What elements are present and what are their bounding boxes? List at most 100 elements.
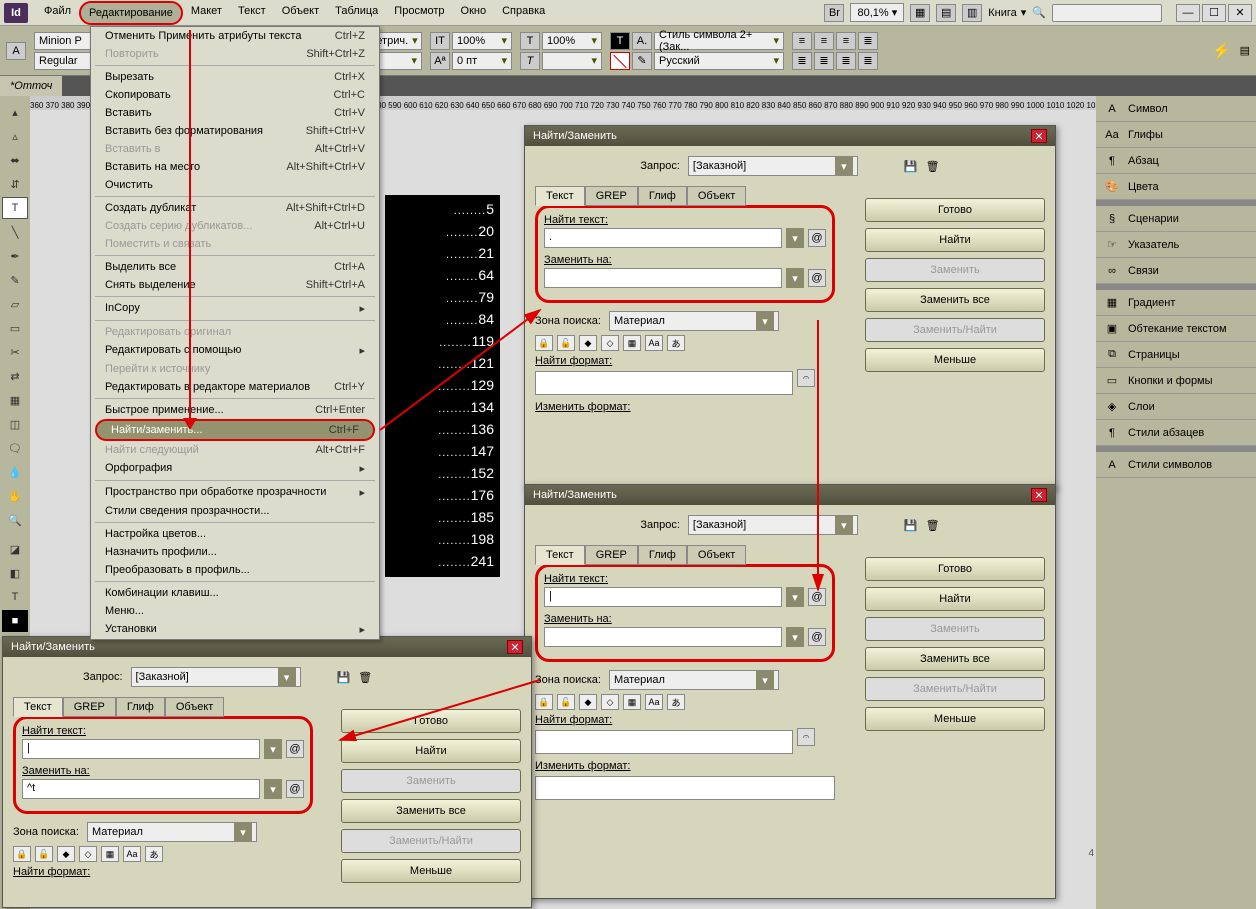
menu-item[interactable]: Настройка цветов... <box>91 525 379 543</box>
stroke-icon[interactable] <box>610 52 630 70</box>
pencil-tool[interactable]: ✎ <box>2 269 28 291</box>
menu-Файл[interactable]: Файл <box>36 1 79 25</box>
menu-item[interactable]: Установки▸ <box>91 620 379 639</box>
note-tool[interactable]: 🗨 <box>2 437 28 459</box>
tab-Глиф[interactable]: Глиф <box>638 545 687 565</box>
apply-color-tool[interactable]: ◧ <box>2 562 28 584</box>
transform-tool[interactable]: ⇄ <box>2 365 28 387</box>
query-combo[interactable]: [Заказной]▾ <box>131 667 301 687</box>
justify-all-icon[interactable]: ≣ <box>858 52 878 70</box>
type-tool[interactable]: T <box>2 197 28 219</box>
menu-item[interactable]: СкопироватьCtrl+C <box>91 86 379 104</box>
replace-all-button[interactable]: Заменить все <box>865 647 1045 671</box>
special-char-button[interactable]: @ <box>808 269 826 287</box>
eyedropper-tool[interactable]: 💧 <box>2 461 28 483</box>
tab-Объект[interactable]: Объект <box>165 697 224 717</box>
special-char-button[interactable]: @ <box>286 740 304 758</box>
change-format-box[interactable] <box>535 776 835 800</box>
save-query-icon[interactable]: 💾 <box>337 671 351 684</box>
chevron-down-icon[interactable]: ▾ <box>786 627 804 647</box>
find-text-input[interactable]: . <box>544 228 782 248</box>
justify-icon[interactable]: ≣ <box>858 32 878 50</box>
query-combo[interactable]: [Заказной]▾ <box>688 515 858 535</box>
menu-Просмотр[interactable]: Просмотр <box>386 1 452 25</box>
replace-find-button[interactable]: Заменить/Найти <box>865 318 1045 342</box>
menu-item[interactable]: Отменить Применить атрибуты текстаCtrl+Z <box>91 27 379 45</box>
find-text-input[interactable]: | <box>22 739 260 759</box>
close-icon[interactable]: ✕ <box>507 640 523 654</box>
tab-Объект[interactable]: Объект <box>687 545 746 565</box>
zoom-level[interactable]: 80,1% ▾ <box>850 3 904 22</box>
tab-GREP[interactable]: GREP <box>63 697 116 717</box>
zone-combo[interactable]: Материал▾ <box>609 311 779 331</box>
rect-tool[interactable]: ▭ <box>2 317 28 339</box>
chevron-down-icon[interactable]: ▾ <box>264 779 282 799</box>
tab-GREP[interactable]: GREP <box>585 545 638 565</box>
language-dropdown[interactable]: Русский▾ <box>654 52 784 70</box>
replace-button[interactable]: Заменить <box>865 617 1045 641</box>
find-button[interactable]: Найти <box>341 739 521 763</box>
format-container-tool[interactable]: T <box>2 586 28 608</box>
menu-item[interactable]: Преобразовать в профиль... <box>91 561 379 579</box>
pen-tool[interactable]: ✒ <box>2 245 28 267</box>
direct-selection-tool[interactable]: ▵ <box>2 125 28 147</box>
less-button[interactable]: Меньше <box>865 348 1045 372</box>
done-button[interactable]: Готово <box>341 709 521 733</box>
query-combo[interactable]: [Заказной]▾ <box>688 156 858 176</box>
panel-Символ[interactable]: AСимвол <box>1096 96 1256 122</box>
replace-button[interactable]: Заменить <box>341 769 521 793</box>
gap-tool[interactable]: ⇵ <box>2 173 28 195</box>
menu-item[interactable]: InCopy▸ <box>91 299 379 318</box>
special-char-button[interactable]: @ <box>808 628 826 646</box>
find-format-box[interactable] <box>535 371 793 395</box>
panel-Сценарии[interactable]: §Сценарии <box>1096 206 1256 232</box>
menu-Текст[interactable]: Текст <box>230 1 274 25</box>
zone-combo[interactable]: Материал▾ <box>87 822 257 842</box>
special-char-button[interactable]: @ <box>808 229 826 247</box>
line-tool[interactable]: ╲ <box>2 221 28 243</box>
menu-item[interactable]: Снять выделениеShift+Ctrl+A <box>91 276 379 294</box>
menu-item[interactable]: Выделить всеCtrl+A <box>91 258 379 276</box>
page-tool[interactable]: ⬌ <box>2 149 28 171</box>
panel-Стили абзацев[interactable]: ¶Стили абзацев <box>1096 420 1256 446</box>
menu-Объект[interactable]: Объект <box>274 1 327 25</box>
delete-query-icon[interactable]: 🗑 <box>358 671 372 684</box>
fill-icon[interactable]: T <box>610 32 630 50</box>
fill-stroke-tool[interactable]: ◪ <box>2 538 28 560</box>
tab-Текст[interactable]: Текст <box>13 697 63 717</box>
menu-item[interactable]: Пространство при обработке прозрачности▸ <box>91 483 379 502</box>
special-char-button[interactable]: @ <box>286 780 304 798</box>
panel-Кнопки и формы[interactable]: ▭Кнопки и формы <box>1096 368 1256 394</box>
chevron-down-icon[interactable]: ▾ <box>264 739 282 759</box>
replace-all-button[interactable]: Заменить все <box>865 288 1045 312</box>
search-input[interactable] <box>1052 4 1162 22</box>
close-button[interactable]: ✕ <box>1228 4 1252 22</box>
menu-Таблица[interactable]: Таблица <box>327 1 386 25</box>
menu-item[interactable]: Меню... <box>91 602 379 620</box>
save-query-icon[interactable]: 💾 <box>904 519 918 532</box>
align-center-icon[interactable]: ≡ <box>814 32 834 50</box>
delete-query-icon[interactable]: 🗑 <box>926 160 940 173</box>
menu-item[interactable]: Комбинации клавиш... <box>91 584 379 602</box>
find-text-input[interactable]: | <box>544 587 782 607</box>
menu-item[interactable]: ВырезатьCtrl+X <box>91 68 379 86</box>
replace-find-button[interactable]: Заменить/Найти <box>865 677 1045 701</box>
doc-tab[interactable]: *Отточ <box>0 76 62 96</box>
menu-Макет[interactable]: Макет <box>183 1 230 25</box>
rect-frame-tool[interactable]: ▱ <box>2 293 28 315</box>
menu-item[interactable]: Вставить без форматированияShift+Ctrl+V <box>91 122 379 140</box>
chevron-down-icon[interactable]: ▾ <box>786 228 804 248</box>
replace-text-input[interactable] <box>544 627 782 647</box>
bridge-icon[interactable]: Br <box>824 4 844 22</box>
justify-center-icon[interactable]: ≣ <box>814 52 834 70</box>
panel-Градиент[interactable]: ▦Градиент <box>1096 290 1256 316</box>
menu-item[interactable]: Редактировать в редакторе материаловCtrl… <box>91 378 379 396</box>
panel-Цвета[interactable]: 🎨Цвета <box>1096 174 1256 200</box>
save-query-icon[interactable]: 💾 <box>904 160 918 173</box>
menu-item[interactable]: Назначить профили... <box>91 543 379 561</box>
tab-Глиф[interactable]: Глиф <box>638 186 687 206</box>
hscale-dropdown[interactable]: 100%▾ <box>452 32 512 50</box>
menu-item[interactable]: Стили сведения прозрачности... <box>91 502 379 520</box>
selection-tool[interactable]: ▴ <box>2 101 28 123</box>
panel-Страницы[interactable]: ⧉Страницы <box>1096 342 1256 368</box>
